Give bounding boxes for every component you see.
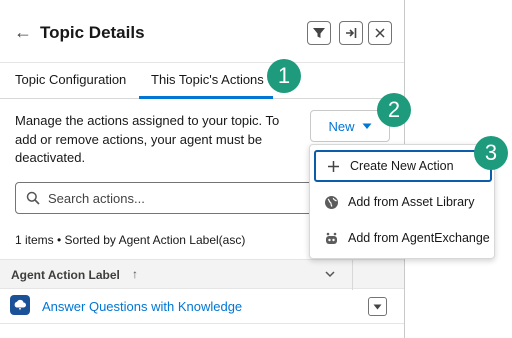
panel-header: ← Topic Details [0,0,404,63]
active-tab-indicator [139,96,273,99]
menu-item-label: Create New Action [350,159,454,173]
plus-icon [316,160,350,173]
callout-badge-3: 3 [474,136,508,170]
menu-item-add-from-asset-library[interactable]: Add from Asset Library [314,186,492,218]
table-row: Answer Questions with Knowledge [0,289,404,324]
caret-down-icon [362,123,371,129]
callout-badge-1: 1 [267,59,301,93]
topic-actions-description: Manage the actions assigned to your topi… [15,113,280,165]
close-button[interactable] [368,21,392,45]
column-menu-chevron-icon[interactable] [324,268,336,280]
new-action-dropdown-menu: Create New Action Add from Asset Library… [309,144,495,259]
collapse-panel-button[interactable] [339,21,363,45]
caret-down-icon [373,304,382,309]
agent-icon [314,231,348,246]
page-title: Topic Details [40,23,145,42]
globe-icon [314,195,348,210]
knowledge-action-icon [10,295,30,315]
list-meta-info: 1 items • Sorted by Agent Action Label(a… [15,233,246,247]
row-actions-button[interactable] [368,297,387,316]
menu-item-label: Add from Asset Library [348,195,475,209]
sort-ascending-icon: ↑ [132,267,138,281]
action-link-answer-questions[interactable]: Answer Questions with Knowledge [42,299,242,314]
tab-this-topics-actions[interactable]: This Topic's Actions [151,72,264,88]
menu-item-label: Add from AgentExchange [348,231,490,245]
filter-button[interactable] [307,21,331,45]
search-icon [26,191,40,205]
tab-bar: Topic Configuration This Topic's Actions [0,62,404,99]
menu-item-create-new-action[interactable]: Create New Action [314,150,492,182]
column-divider [352,260,353,290]
tab-topic-configuration[interactable]: Topic Configuration [15,72,126,88]
filter-icon [313,28,325,38]
new-button-label: New [328,118,355,134]
column-header-agent-action-label[interactable]: Agent Action Label [11,268,120,282]
menu-item-add-from-agentexchange[interactable]: Add from AgentExchange [314,222,492,254]
table-header: Agent Action Label ↑ [0,259,404,290]
collapse-panel-icon [346,28,357,38]
close-icon [375,28,385,38]
back-arrow-icon[interactable]: ← [14,22,32,42]
callout-badge-2: 2 [377,93,411,127]
